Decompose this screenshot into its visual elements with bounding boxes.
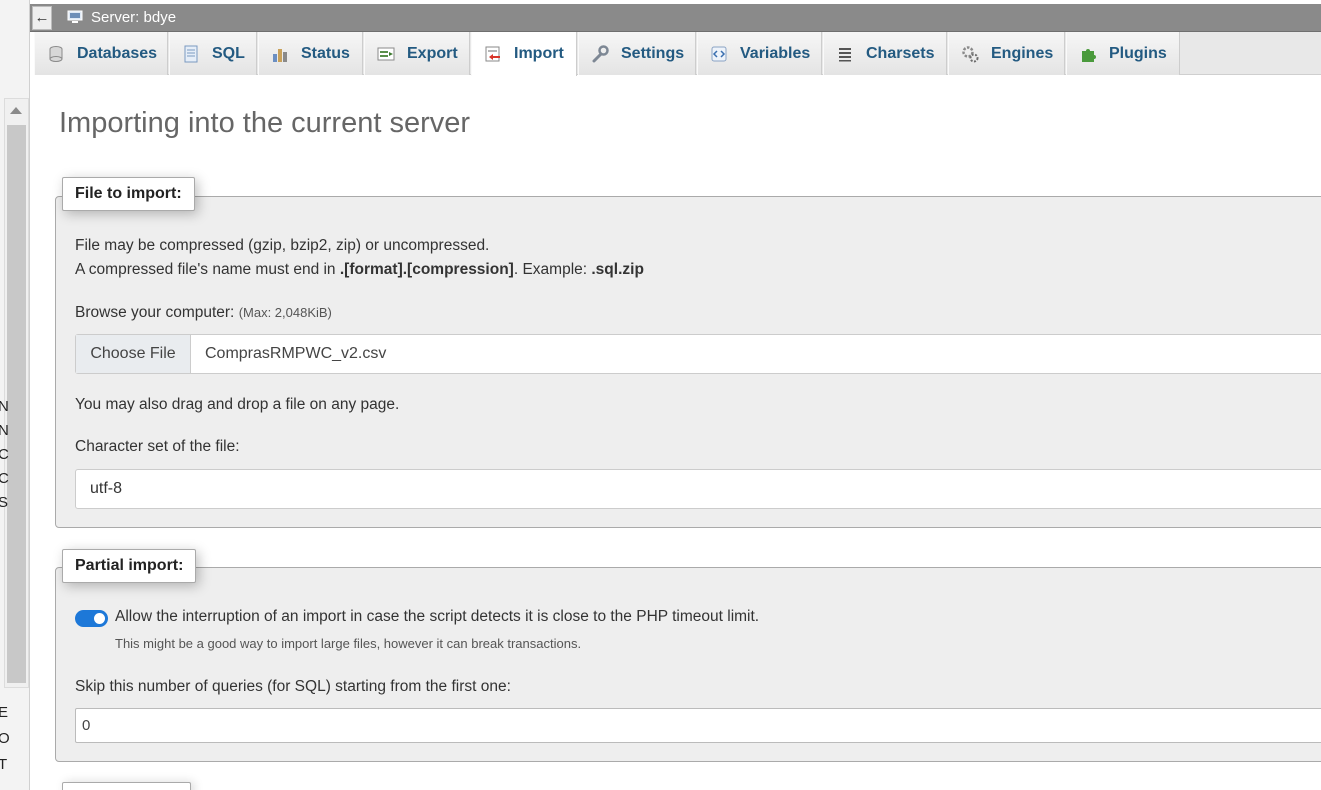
tab-variables[interactable]: Variables: [697, 32, 822, 75]
tab-label: Export: [407, 44, 458, 62]
naming-middle: . Example:: [513, 261, 592, 278]
navigation-tree-clipped: N N C C S: [0, 395, 9, 515]
drag-drop-hint: You may also drag and drop a file on any…: [75, 396, 400, 413]
file-to-import-legend: File to import:: [62, 177, 195, 211]
partial-import-fieldset: Allow the interruption of an import in c…: [55, 567, 1321, 762]
chosen-file-name: ComprasRMPWC_v2.csv: [205, 345, 387, 362]
nav-clipped-char[interactable]: C: [0, 467, 9, 491]
server-icon: [67, 10, 83, 23]
navigation-tree-clipped-lower: E O T: [0, 700, 10, 778]
charsets-icon: [839, 47, 851, 61]
tab-charsets[interactable]: Charsets: [823, 32, 947, 75]
scroll-up-arrow-icon[interactable]: [10, 107, 22, 114]
tab-sql[interactable]: SQL: [169, 32, 257, 75]
toggle-knob: [94, 613, 105, 624]
allow-interrupt-hint: This might be a good way to import large…: [115, 636, 582, 651]
app-root: N N C C S E O T ← Server: bdye Databases…: [0, 0, 1321, 790]
export-icon: [377, 47, 395, 60]
database-icon: [49, 45, 63, 62]
tab-label: Plugins: [1109, 44, 1167, 62]
skip-queries-input[interactable]: 0: [75, 708, 1321, 743]
choose-file-button[interactable]: Choose File: [76, 335, 191, 373]
allow-interrupt-toggle[interactable]: [75, 610, 108, 627]
naming-prefix: A compressed file's name must end in: [75, 261, 340, 278]
scrollbar-thumb[interactable]: [7, 125, 26, 683]
naming-example: .sql.zip: [591, 261, 644, 278]
nav-clipped-char[interactable]: E: [0, 700, 10, 726]
compression-naming-info: A compressed file's name must end in .[f…: [75, 261, 644, 279]
tab-label: SQL: [212, 44, 245, 62]
skip-queries-label: Skip this number of queries (for SQL) st…: [75, 678, 511, 695]
tab-export[interactable]: Export: [364, 32, 470, 75]
tab-status[interactable]: Status: [258, 32, 363, 75]
next-section-legend: [62, 782, 191, 790]
tab-label: Status: [301, 44, 350, 62]
tab-databases[interactable]: Databases: [34, 32, 168, 75]
nav-clipped-char[interactable]: N: [0, 419, 9, 443]
charset-select[interactable]: utf-8: [75, 469, 1321, 509]
nav-clipped-char[interactable]: O: [0, 726, 10, 752]
tab-settings[interactable]: Settings: [578, 32, 696, 75]
tab-label: Settings: [621, 44, 685, 62]
nav-clipped-char[interactable]: S: [0, 491, 9, 515]
partial-import-legend: Partial import:: [62, 549, 197, 583]
tab-import[interactable]: Import: [471, 32, 577, 76]
tab-label: Charsets: [866, 44, 935, 62]
max-upload-size: (Max: 2,048KiB): [238, 305, 332, 320]
nav-clipped-char[interactable]: C: [0, 443, 9, 467]
page-title: Importing into the current server: [59, 107, 471, 139]
tab-label: Engines: [991, 44, 1054, 62]
navigation-scrollbar[interactable]: [4, 98, 29, 688]
engines-icon: [962, 45, 979, 62]
tab-label: Variables: [740, 44, 811, 62]
browse-text: Browse your computer:: [75, 304, 239, 321]
tab-label: Databases: [77, 44, 158, 62]
allow-interrupt-label[interactable]: Allow the interruption of an import in c…: [115, 608, 759, 626]
naming-format: .[format].[compression]: [339, 261, 514, 278]
browse-label: Browse your computer: (Max: 2,048KiB): [75, 304, 332, 322]
top-menu-tabs: Databases SQL Status Export Import Setti…: [34, 32, 1321, 76]
server-breadcrumb-bar: ← Server: bdye: [30, 4, 1321, 32]
compression-info: File may be compressed (gzip, bzip2, zip…: [75, 237, 490, 254]
file-input[interactable]: Choose File ComprasRMPWC_v2.csv: [75, 334, 1321, 374]
file-to-import-fieldset: File may be compressed (gzip, bzip2, zip…: [55, 196, 1321, 528]
tab-engines[interactable]: Engines: [948, 32, 1065, 75]
import-icon: [485, 46, 500, 62]
variables-icon: [711, 46, 727, 61]
sql-icon: [184, 45, 198, 62]
tab-plugins[interactable]: Plugins: [1066, 32, 1180, 75]
charset-label: Character set of the file:: [75, 438, 240, 455]
status-icon: [273, 48, 287, 62]
nav-clipped-char[interactable]: T: [0, 752, 10, 778]
collapse-navigation-button[interactable]: ←: [32, 6, 52, 30]
navigation-panel: N N C C S E O T: [0, 0, 30, 790]
puzzle-icon: [1082, 48, 1096, 62]
server-breadcrumb-link[interactable]: Server: bdye: [91, 9, 176, 26]
nav-clipped-char[interactable]: N: [0, 395, 9, 419]
wrench-icon: [592, 44, 609, 62]
main-content: Importing into the current server File m…: [34, 76, 1321, 790]
tab-label: Import: [514, 45, 564, 62]
